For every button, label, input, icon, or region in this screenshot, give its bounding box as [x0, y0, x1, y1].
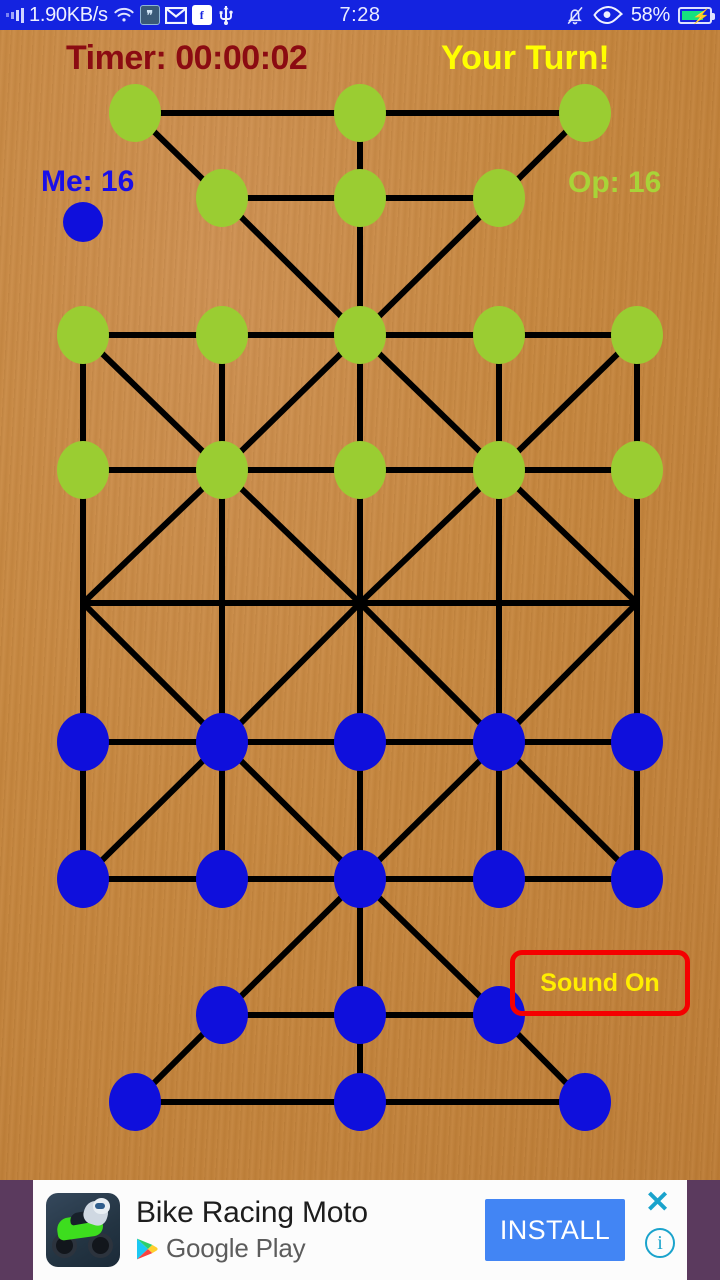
board-edge — [357, 600, 502, 745]
player-piece[interactable] — [334, 986, 386, 1044]
board-edge — [80, 332, 225, 473]
player-piece[interactable] — [611, 850, 663, 908]
opponent-piece[interactable] — [57, 306, 109, 364]
player-piece[interactable] — [473, 713, 525, 771]
player-piece[interactable] — [334, 850, 386, 908]
board-edge — [219, 332, 363, 473]
opponent-piece[interactable] — [109, 84, 161, 142]
board-edge — [496, 467, 640, 606]
board-edge — [80, 739, 225, 882]
opponent-piece[interactable] — [334, 169, 386, 227]
board-edge — [219, 195, 363, 338]
board-edge — [357, 332, 502, 473]
player-piece[interactable] — [559, 1073, 611, 1131]
status-bar-clock: 7:28 — [339, 3, 381, 26]
ad-store-row: Google Play — [136, 1233, 485, 1264]
status-bar: 1.90KB/s ❞ f 7:28 58% ⚡ — [0, 0, 720, 30]
sound-toggle-button[interactable]: Sound On — [510, 950, 690, 1016]
board-edge — [357, 876, 502, 1018]
opponent-piece[interactable] — [334, 84, 386, 142]
close-icon[interactable]: ✕ — [645, 1188, 670, 1218]
ad-store-name: Google Play — [166, 1233, 306, 1263]
opponent-piece[interactable] — [473, 306, 525, 364]
player-piece[interactable] — [57, 713, 109, 771]
player-piece[interactable] — [109, 1073, 161, 1131]
board-edge — [496, 600, 640, 745]
board-edge — [219, 600, 363, 745]
player-piece[interactable] — [334, 713, 386, 771]
board-edge — [496, 332, 640, 473]
ad-text-block: Bike Racing Moto Google Play — [136, 1196, 485, 1264]
opponent-piece[interactable] — [196, 441, 248, 499]
opponent-piece[interactable] — [611, 306, 663, 364]
opponent-piece[interactable] — [473, 441, 525, 499]
player-piece[interactable] — [57, 850, 109, 908]
ad-controls[interactable]: ✕ i — [635, 1180, 687, 1280]
board-edge — [219, 467, 363, 606]
board-edge — [80, 467, 225, 606]
info-icon[interactable]: i — [645, 1228, 675, 1258]
player-piece[interactable] — [473, 850, 525, 908]
ad-title: Bike Racing Moto — [136, 1196, 368, 1229]
player-piece[interactable] — [611, 713, 663, 771]
board-edge — [219, 739, 363, 882]
motorcycle-app-icon — [46, 1193, 120, 1267]
board-edge — [357, 467, 502, 606]
board-edge — [496, 739, 640, 882]
board-edge — [357, 195, 502, 338]
install-button[interactable]: INSTALL — [485, 1199, 625, 1261]
game-area: Timer: 00:00:02 Your Turn! Me: 16 Op: 16… — [0, 30, 720, 1180]
opponent-piece[interactable] — [196, 169, 248, 227]
opponent-piece[interactable] — [57, 441, 109, 499]
opponent-piece[interactable] — [611, 441, 663, 499]
board-edge — [219, 876, 363, 1018]
board-edge — [357, 739, 502, 882]
opponent-piece[interactable] — [473, 169, 525, 227]
board-edge — [80, 600, 225, 745]
opponent-piece[interactable] — [559, 84, 611, 142]
sound-toggle-label: Sound On — [540, 968, 660, 997]
player-piece[interactable] — [196, 850, 248, 908]
opponent-piece[interactable] — [334, 306, 386, 364]
opponent-piece[interactable] — [196, 306, 248, 364]
opponent-piece[interactable] — [334, 441, 386, 499]
ad-content[interactable]: Bike Racing Moto Google Play INSTALL ✕ i — [33, 1180, 687, 1280]
player-piece[interactable] — [196, 713, 248, 771]
player-piece[interactable] — [196, 986, 248, 1044]
google-play-icon — [136, 1237, 158, 1261]
ad-banner[interactable]: Bike Racing Moto Google Play INSTALL ✕ i — [0, 1180, 720, 1280]
battery-charging-icon: ⚡ — [678, 6, 715, 24]
player-piece[interactable] — [334, 1073, 386, 1131]
